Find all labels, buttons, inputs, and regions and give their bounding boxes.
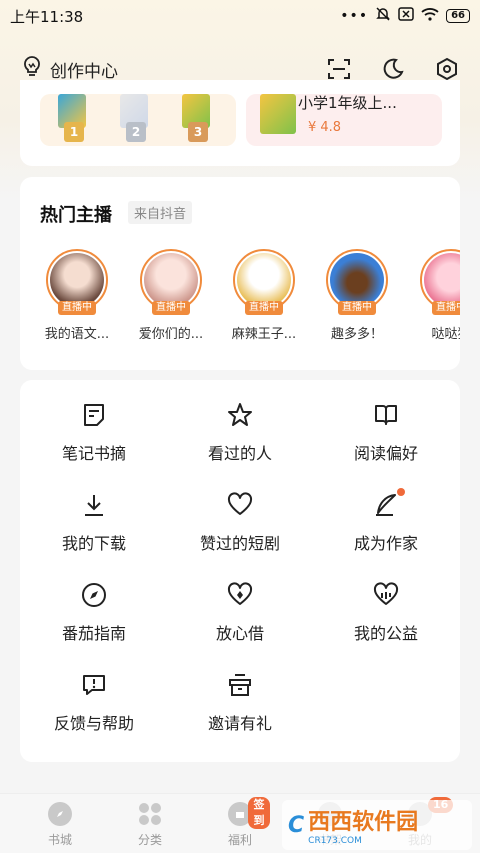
book-cover: [260, 94, 296, 134]
live-badge: 直播中: [245, 301, 283, 315]
note-icon: [79, 400, 109, 430]
settings-icon[interactable]: [434, 56, 460, 82]
status-bar: 上午11:38 ••• 66: [0, 0, 480, 32]
source-tag: 来自抖音: [128, 201, 193, 224]
feedback-icon: [79, 670, 109, 700]
liked-dramas-button[interactable]: 赞过的短剧: [170, 490, 310, 554]
anchor-name: 麻辣王子...: [231, 327, 297, 342]
header-actions: [326, 56, 460, 82]
anchor-item[interactable]: 直播中 爱你们的...: [134, 249, 208, 342]
gift-icon: [225, 670, 255, 700]
night-mode-icon[interactable]: [380, 56, 406, 82]
feature-grid-card: 笔记书摘 看过的人 阅读偏好 我的下载 赞过的短剧 成为作家 番茄指南 放心借 …: [20, 380, 460, 762]
book-item[interactable]: 小学1年级上... ¥ 4.8: [246, 94, 442, 146]
anchor-list: 直播中 我的语文... 直播中 爱你们的... 直播中 麻辣王子... 直播中 …: [40, 249, 460, 359]
quill-icon: [371, 488, 405, 520]
become-writer-button[interactable]: 成为作家: [316, 488, 456, 554]
live-badge: 直播中: [432, 301, 460, 315]
watermark: C 西西软件园 CR173.COM: [282, 800, 472, 850]
charity-heart-icon: [371, 580, 401, 610]
tab-welfare[interactable]: 福利 签到: [210, 797, 270, 848]
anchor-item[interactable]: 直播中 麻辣王子...: [227, 249, 301, 342]
anchor-item[interactable]: 直播中 我的语文...: [40, 249, 114, 342]
anchor-name: 爱你们的...: [138, 327, 204, 342]
rank-badge: 3: [188, 122, 208, 142]
live-badge: 直播中: [58, 301, 96, 315]
avatar: 直播中: [233, 249, 295, 315]
rank-badge: 1: [64, 122, 84, 142]
anchor-name: 趣多多！: [330, 327, 383, 342]
hot-anchors-card: 热门主播 来自抖音 直播中 我的语文... 直播中 爱你们的... 直播中 麻辣…: [20, 177, 460, 370]
download-icon: [79, 490, 109, 520]
anchor-item[interactable]: 直播中 趣多多！: [320, 249, 394, 342]
book-recommend-card: 1 2 3 小学1年级上... ¥ 4.8: [20, 80, 460, 166]
anchor-name: 我的语文...: [44, 327, 110, 342]
battery-indicator: 66: [446, 9, 470, 23]
invite-button[interactable]: 邀请有礼: [170, 670, 310, 734]
bulb-icon: [22, 55, 42, 83]
avatar: 直播中: [46, 249, 108, 315]
downloads-button[interactable]: 我的下载: [24, 490, 164, 554]
tab-bookstore[interactable]: 书城: [30, 802, 90, 848]
safe-borrow-button[interactable]: 放心借: [170, 580, 310, 644]
notification-dot: [397, 488, 405, 496]
book-rank-group[interactable]: 1 2 3: [40, 94, 236, 146]
compass-icon: [48, 802, 72, 826]
status-time: 上午11:38: [10, 7, 84, 26]
charity-button[interactable]: 我的公益: [316, 580, 456, 644]
creator-center-link[interactable]: 创作中心: [22, 55, 118, 83]
tab-category[interactable]: 分类: [120, 802, 180, 848]
sim-icon: [398, 7, 414, 25]
watermark-domain: CR173.COM: [308, 836, 362, 846]
anchor-item[interactable]: 直播中 哒哒猫: [414, 249, 460, 342]
star-icon: [225, 400, 255, 430]
avatar: 直播中: [140, 249, 202, 315]
guide-button[interactable]: 番茄指南: [24, 580, 164, 644]
hot-anchors-title: 热门主播: [40, 205, 112, 226]
mute-icon: [375, 6, 391, 26]
reading-preference-button[interactable]: 阅读偏好: [316, 400, 456, 464]
avatar: 直播中: [326, 249, 388, 315]
book-icon: [371, 400, 401, 430]
status-icons: ••• 66: [340, 6, 470, 26]
book-price: ¥ 4.8: [308, 120, 342, 135]
live-badge: 直播中: [338, 301, 376, 315]
watermark-logo: C: [288, 812, 305, 838]
book-title: 小学1年级上...: [298, 94, 397, 112]
anchor-name: 哒哒猫: [431, 327, 460, 342]
more-dots-icon: •••: [340, 8, 369, 24]
scan-icon[interactable]: [326, 56, 352, 82]
grid-icon: [138, 802, 162, 826]
heart-shield-icon: [225, 580, 255, 610]
avatar: 直播中: [420, 249, 460, 315]
compass-icon: [79, 580, 109, 610]
notes-button[interactable]: 笔记书摘: [24, 400, 164, 464]
feedback-button[interactable]: 反馈与帮助: [24, 670, 164, 734]
checkin-badge: 签到: [248, 797, 270, 829]
wifi-icon: [421, 7, 439, 25]
rank-badge: 2: [126, 122, 146, 142]
viewers-button[interactable]: 看过的人: [170, 400, 310, 464]
live-badge: 直播中: [152, 301, 190, 315]
watermark-brand: 西西软件园: [308, 810, 419, 835]
creator-center-label: 创作中心: [50, 61, 118, 82]
heart-icon: [225, 490, 255, 520]
